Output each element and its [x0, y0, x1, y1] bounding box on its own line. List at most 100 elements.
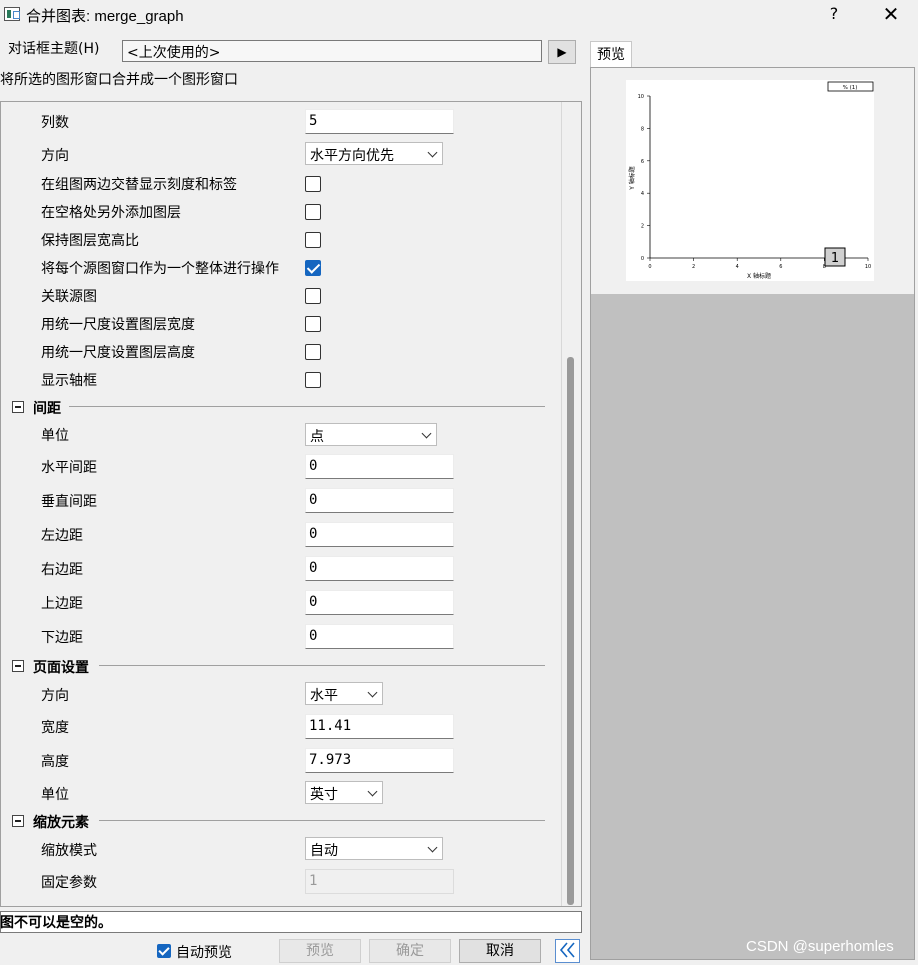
- scale-mode-label: 缩放模式: [41, 843, 97, 859]
- preview-button[interactable]: 预览: [279, 939, 361, 963]
- page-width-input[interactable]: 11.41: [305, 714, 454, 739]
- option-label: 显示轴框: [41, 373, 97, 389]
- y-tick-label: 6: [641, 159, 644, 165]
- layer-badge-number: 1: [831, 251, 839, 266]
- option-label: 在组图两边交替显示刻度和标签: [41, 177, 237, 193]
- app-icon: [4, 7, 20, 21]
- chevron-down-icon: [421, 428, 432, 439]
- scale-mode-select[interactable]: 自动: [305, 837, 443, 860]
- x-tick-label: 10: [865, 264, 871, 270]
- fixed-factor-input: 1: [305, 869, 454, 894]
- option-label: 关联源图: [41, 289, 97, 305]
- page-unit-value: 英寸: [310, 787, 338, 803]
- chevron-down-icon: [427, 842, 438, 853]
- bottom-margin-input[interactable]: 0: [305, 624, 454, 649]
- treat-as-whole-checkbox[interactable]: [305, 260, 321, 276]
- help-button[interactable]: ?: [826, 4, 842, 24]
- collapse-scale-icon[interactable]: [12, 815, 24, 827]
- y-tick-label: 8: [641, 126, 644, 132]
- ok-button[interactable]: 确定: [369, 939, 451, 963]
- x-tick-label: 6: [779, 264, 782, 270]
- close-button[interactable]: ✕: [880, 2, 902, 26]
- y-tick-label: 10: [638, 94, 644, 100]
- legend-text: % (1): [843, 85, 858, 91]
- dialog-theme-label: 对话框主题(H): [8, 41, 100, 57]
- collapse-panel-button[interactable]: [555, 939, 580, 963]
- option-label: 用统一尺度设置图层宽度: [41, 317, 195, 333]
- y-tick-label: 2: [641, 224, 644, 230]
- option-label: 保持图层宽高比: [41, 233, 139, 249]
- page-height-label: 高度: [41, 754, 69, 770]
- spacing-field-label: 下边距: [41, 630, 83, 646]
- watermark: CSDN @superhomles: [746, 938, 894, 955]
- window-title: 合并图表: merge_graph: [26, 8, 184, 25]
- add-layers-checkbox[interactable]: [305, 204, 321, 220]
- page-height-input[interactable]: 7.973: [305, 748, 454, 773]
- chevron-down-icon: [427, 147, 438, 158]
- alternate-ticks-checkbox[interactable]: [305, 176, 321, 192]
- chevron-down-icon: [367, 687, 378, 698]
- direction-label: 方向: [41, 148, 69, 164]
- section-divider: [99, 820, 545, 821]
- keep-aspect-checkbox[interactable]: [305, 232, 321, 248]
- preview-graph: 0 2 4 6 8 10 0 2 4 6 8 10 Y 轴标题 X 轴标题 % (1) 1: [628, 81, 874, 280]
- spacing-unit-value: 点: [310, 429, 324, 445]
- orientation-label: 方向: [41, 688, 69, 704]
- page-unit-label: 单位: [41, 787, 69, 803]
- scale-mode-value: 自动: [310, 843, 338, 859]
- uniform-height-checkbox[interactable]: [305, 344, 321, 360]
- error-message: 图不可以是空的。: [0, 915, 112, 931]
- spacing-unit-select[interactable]: 点: [305, 423, 437, 446]
- option-label: 在空格处另外添加图层: [41, 205, 181, 221]
- spacing-field-label: 右边距: [41, 562, 83, 578]
- collapse-spacing-icon[interactable]: [12, 401, 24, 413]
- show-frame-checkbox[interactable]: [305, 372, 321, 388]
- section-divider: [69, 406, 545, 407]
- auto-preview-label: 自动预览: [176, 945, 232, 961]
- collapse-page-setup-icon[interactable]: [12, 660, 24, 672]
- scale-section-title: 缩放元素: [33, 815, 89, 831]
- settings-tree-panel: 列数 5 方向 水平方向优先 在组图两边交替显示刻度和标签 在空格处另外添加图层…: [0, 101, 582, 907]
- scrollbar-thumb[interactable]: [567, 357, 574, 905]
- auto-preview-checkbox[interactable]: [157, 944, 171, 958]
- double-chevron-left-icon: [559, 942, 575, 958]
- spacing-unit-label: 单位: [41, 428, 69, 444]
- spacing-field-label: 垂直间距: [41, 494, 97, 510]
- x-axis-title: X 轴标题: [747, 272, 771, 280]
- y-tick-label: 0: [641, 256, 644, 262]
- orientation-select[interactable]: 水平: [305, 682, 383, 705]
- preview-graph-page: 0 2 4 6 8 10 0 2 4 6 8 10 Y 轴标题 X 轴标题 % (1) 1: [626, 80, 874, 281]
- chevron-down-icon: [367, 786, 378, 797]
- horizontal-gap-input[interactable]: 0: [305, 454, 454, 479]
- x-tick-label: 2: [692, 264, 695, 270]
- link-source-checkbox[interactable]: [305, 288, 321, 304]
- columns-input[interactable]: 5: [305, 109, 454, 134]
- direction-value: 水平方向优先: [310, 148, 394, 164]
- columns-label: 列数: [41, 115, 69, 131]
- option-label: 将每个源图窗口作为一个整体进行操作: [41, 261, 279, 277]
- x-tick-label: 0: [648, 264, 651, 270]
- section-divider: [99, 665, 545, 666]
- fixed-factor-label: 固定参数: [41, 875, 97, 891]
- orientation-value: 水平: [310, 688, 338, 704]
- page-width-label: 宽度: [41, 720, 69, 736]
- y-tick-label: 4: [641, 191, 644, 197]
- dialog-description: 将所选的图形窗口合并成一个图形窗口: [0, 72, 238, 88]
- page-unit-select[interactable]: 英寸: [305, 781, 383, 804]
- page-setup-section-title: 页面设置: [33, 660, 89, 676]
- tab-preview[interactable]: 预览: [590, 41, 632, 68]
- x-tick-label: 4: [736, 264, 739, 270]
- direction-select[interactable]: 水平方向优先: [305, 142, 443, 165]
- top-margin-input[interactable]: 0: [305, 590, 454, 615]
- dialog-theme-select[interactable]: <上次使用的>: [122, 40, 542, 62]
- option-label: 用统一尺度设置图层高度: [41, 345, 195, 361]
- spacing-field-label: 左边距: [41, 528, 83, 544]
- uniform-width-checkbox[interactable]: [305, 316, 321, 332]
- theme-menu-button[interactable]: ▶: [548, 40, 576, 64]
- cancel-button[interactable]: 取消: [459, 939, 541, 963]
- spacing-section-title: 间距: [33, 401, 61, 417]
- right-margin-input[interactable]: 0: [305, 556, 454, 581]
- spacing-field-label: 水平间距: [41, 460, 97, 476]
- left-margin-input[interactable]: 0: [305, 522, 454, 547]
- vertical-gap-input[interactable]: 0: [305, 488, 454, 513]
